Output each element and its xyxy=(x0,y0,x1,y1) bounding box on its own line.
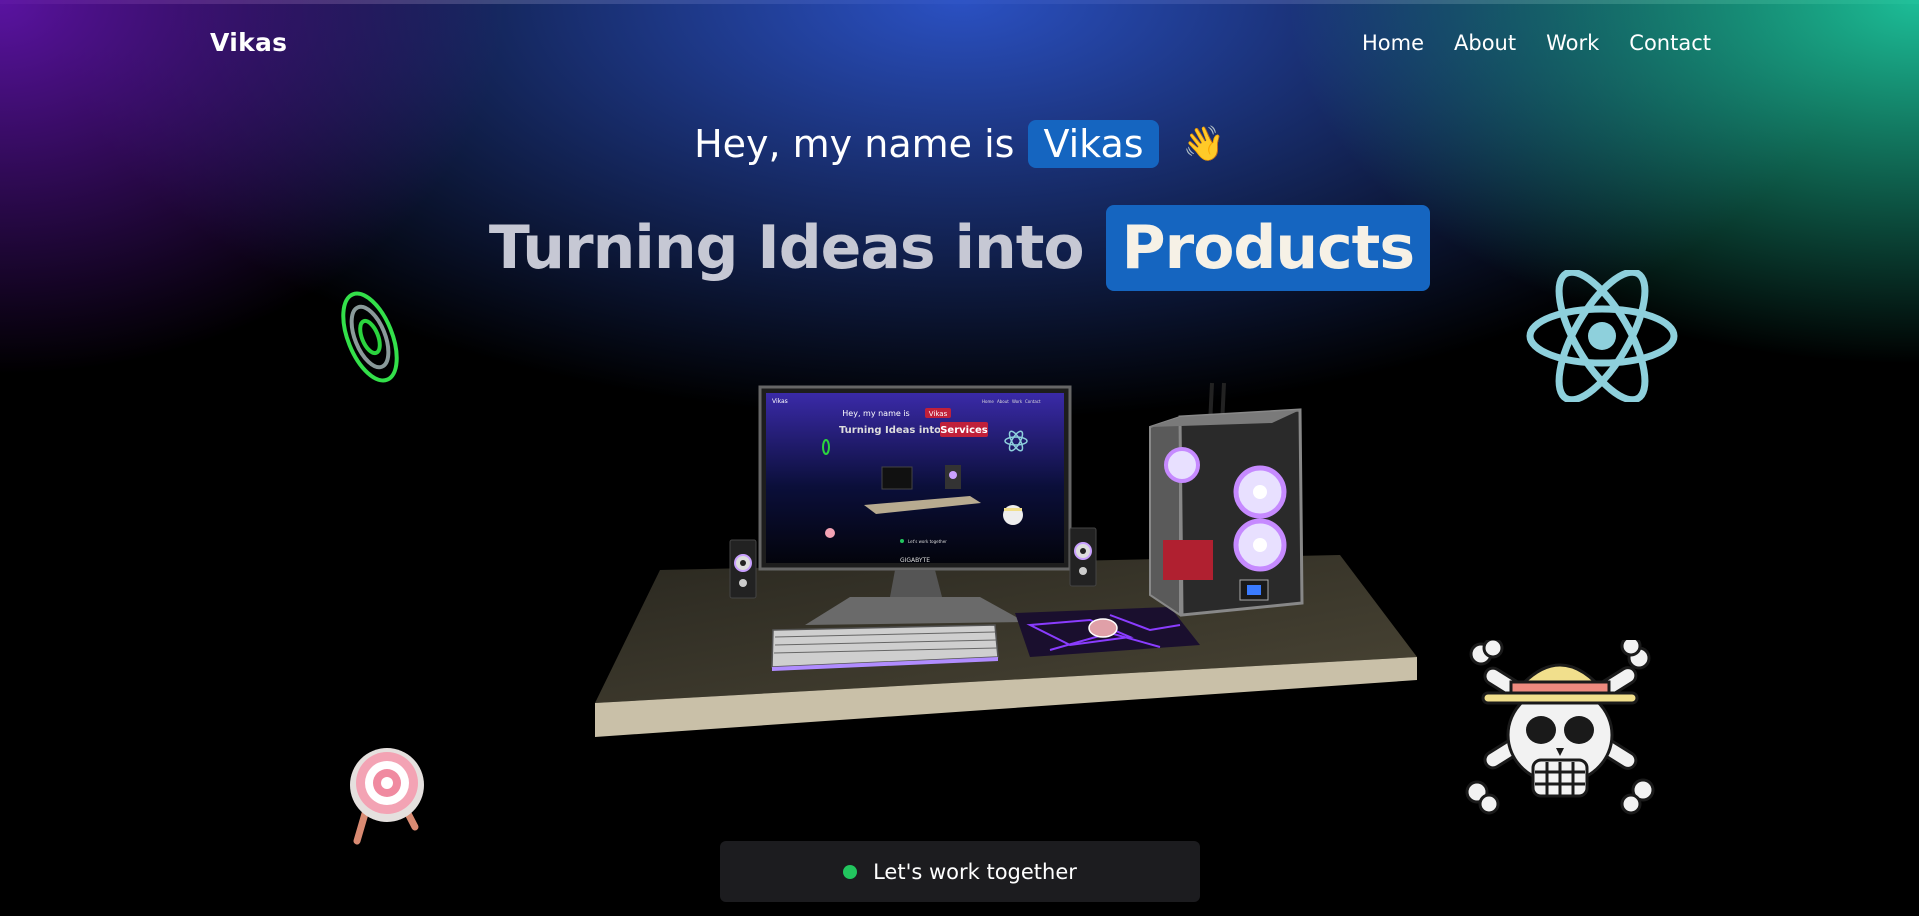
straw-hat-jolly-roger-icon xyxy=(1465,640,1655,815)
cta-label: Let's work together xyxy=(873,859,1077,884)
mouse xyxy=(1088,618,1118,638)
intro-text: Hey, my name is xyxy=(694,122,1015,166)
nav-link-work[interactable]: Work xyxy=(1546,31,1599,55)
desk-setup-illustration: GIGABYTE Vikas Home About Work Contact H… xyxy=(595,382,1417,737)
mini-highlight: Services xyxy=(940,425,988,436)
mini-nav-home: Home xyxy=(982,399,994,404)
status-dot-icon xyxy=(843,864,858,879)
nav-link-home[interactable]: Home xyxy=(1362,31,1424,55)
name-badge: Vikas xyxy=(1028,120,1159,168)
mini-intro: Hey, my name is xyxy=(842,409,909,418)
lets-work-together-button[interactable]: Let's work together xyxy=(720,841,1200,902)
site-logo[interactable]: Vikas xyxy=(210,28,287,57)
nav-link-contact[interactable]: Contact xyxy=(1629,31,1711,55)
monitor-stand xyxy=(890,570,942,597)
ring-icon xyxy=(341,291,399,383)
mini-cta: Let's work together xyxy=(908,539,947,544)
mini-headline: Turning Ideas into xyxy=(839,425,941,436)
headline-highlight: Products xyxy=(1105,205,1431,291)
monitor-brand: GIGABYTE xyxy=(900,557,930,564)
mini-nav-work: Work xyxy=(1012,399,1023,404)
pc-case-side xyxy=(1149,415,1181,617)
mini-name: Vikas xyxy=(929,410,948,418)
headline-text: Turning Ideas into xyxy=(488,213,1085,283)
mini-nav-about: About xyxy=(997,399,1009,404)
hero-intro: Hey, my name is Vikas 👋 xyxy=(0,120,1919,168)
mini-nav-contact: Contact xyxy=(1025,399,1041,404)
monitor-screen xyxy=(766,393,1064,563)
wave-icon: 👋 xyxy=(1182,124,1225,164)
target-icon xyxy=(350,748,424,845)
react-atom-icon xyxy=(1526,270,1678,402)
nav-links: Home About Work Contact xyxy=(1362,31,1711,55)
mini-logo: Vikas xyxy=(772,398,788,405)
navbar: Vikas Home About Work Contact xyxy=(0,0,1919,90)
nav-link-about[interactable]: About xyxy=(1454,31,1516,55)
